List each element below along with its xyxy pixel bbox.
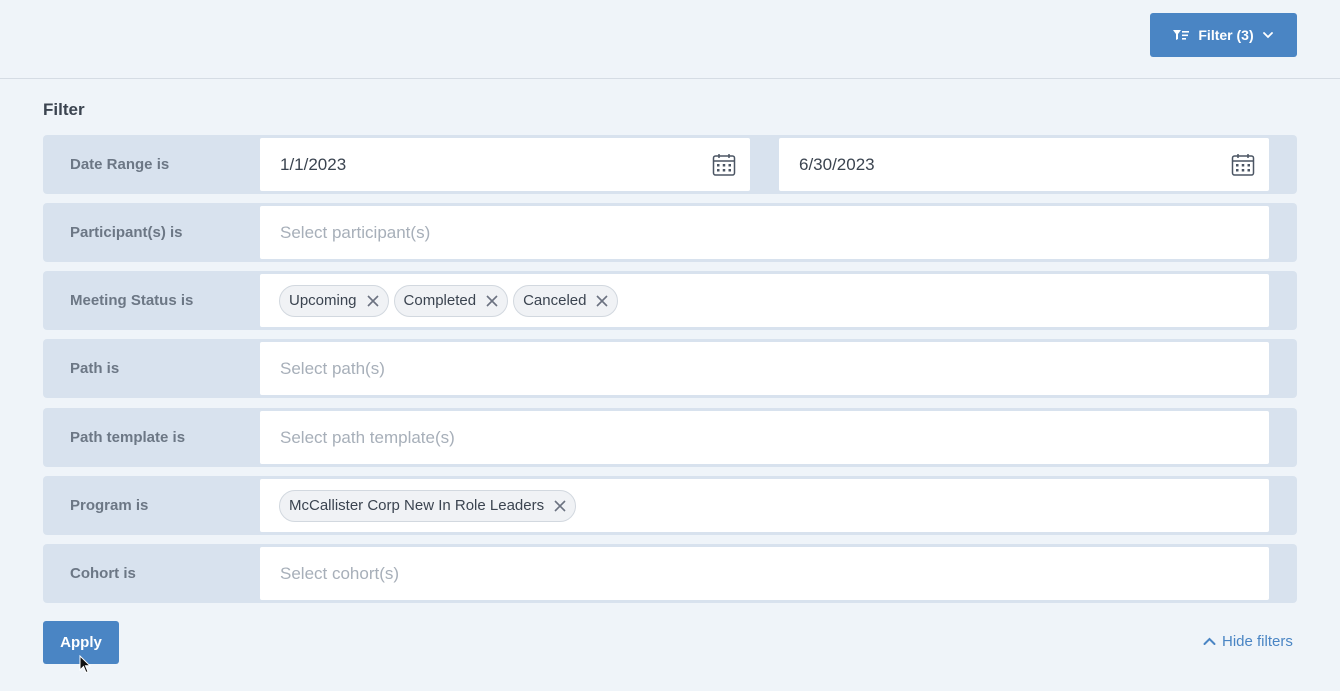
status-chip-completed: Completed [393, 284, 509, 317]
close-icon[interactable] [554, 499, 566, 512]
mouse-cursor-icon [79, 655, 91, 674]
calendar-icon[interactable] [1231, 153, 1255, 177]
cohort-select[interactable]: Select cohort(s) [260, 547, 1269, 600]
participants-label: Participant(s) is [70, 224, 183, 241]
chevron-up-icon [1203, 637, 1216, 645]
filter-section-title: Filter [43, 100, 85, 119]
hide-filters-label: Hide filters [1222, 633, 1293, 650]
filter-row-path-template: Path template is Select path template(s) [43, 408, 1297, 467]
meeting-status-label: Meeting Status is [70, 292, 194, 309]
program-label: Program is [70, 497, 149, 514]
close-icon[interactable] [596, 294, 609, 307]
path-template-select[interactable]: Select path template(s) [260, 411, 1269, 464]
program-chip: McCallister Corp New In Role Leaders [279, 489, 577, 522]
filter-row-program: Program is McCallister Corp New In Role … [43, 476, 1297, 535]
participants-placeholder: Select participant(s) [280, 222, 431, 242]
filter-row-meeting-status: Meeting Status is Upcoming Completed Can… [43, 271, 1297, 330]
participants-select[interactable]: Select participant(s) [260, 206, 1269, 259]
filter-row-cohort: Cohort is Select cohort(s) [43, 544, 1297, 603]
cohort-label: Cohort is [70, 565, 136, 582]
top-bar: Filter (3) [0, 0, 1340, 79]
calendar-icon[interactable] [712, 153, 736, 177]
end-date-field[interactable]: 6/30/2023 [779, 138, 1269, 191]
filter-row-path: Path is Select path(s) [43, 339, 1297, 398]
path-label: Path is [70, 360, 120, 377]
program-select[interactable]: McCallister Corp New In Role Leaders [260, 479, 1269, 532]
chip-label: McCallister Corp New In Role Leaders [289, 497, 545, 514]
start-date-field[interactable]: 1/1/2023 [260, 138, 750, 191]
filter-row-participants: Participant(s) is Select participant(s) [43, 203, 1297, 262]
path-select[interactable]: Select path(s) [260, 342, 1269, 395]
cohort-placeholder: Select cohort(s) [280, 563, 400, 583]
chip-label: Completed [403, 292, 477, 309]
filter-row-date-range: Date Range is 1/1/2023 6/30/2023 [43, 135, 1297, 194]
path-template-label: Path template is [70, 429, 186, 446]
hide-filters-link[interactable]: Hide filters [1203, 633, 1293, 650]
filter-icon [1173, 30, 1190, 40]
path-template-placeholder: Select path template(s) [280, 427, 455, 447]
filter-toggle-button[interactable]: Filter (3) [1150, 13, 1297, 57]
meeting-status-select[interactable]: Upcoming Completed Canceled [260, 274, 1269, 327]
date-range-label: Date Range is [70, 156, 170, 173]
chip-label: Canceled [523, 292, 587, 309]
chip-label: Upcoming [289, 292, 357, 309]
filter-toggle-label: Filter (3) [1198, 27, 1254, 43]
end-date-value: 6/30/2023 [799, 154, 875, 174]
status-chip-upcoming: Upcoming [279, 284, 389, 317]
close-icon[interactable] [366, 294, 379, 307]
status-chip-canceled: Canceled [513, 284, 619, 317]
start-date-value: 1/1/2023 [280, 154, 347, 174]
close-icon[interactable] [486, 294, 498, 307]
chevron-down-icon [1262, 32, 1273, 39]
path-placeholder: Select path(s) [280, 358, 385, 378]
